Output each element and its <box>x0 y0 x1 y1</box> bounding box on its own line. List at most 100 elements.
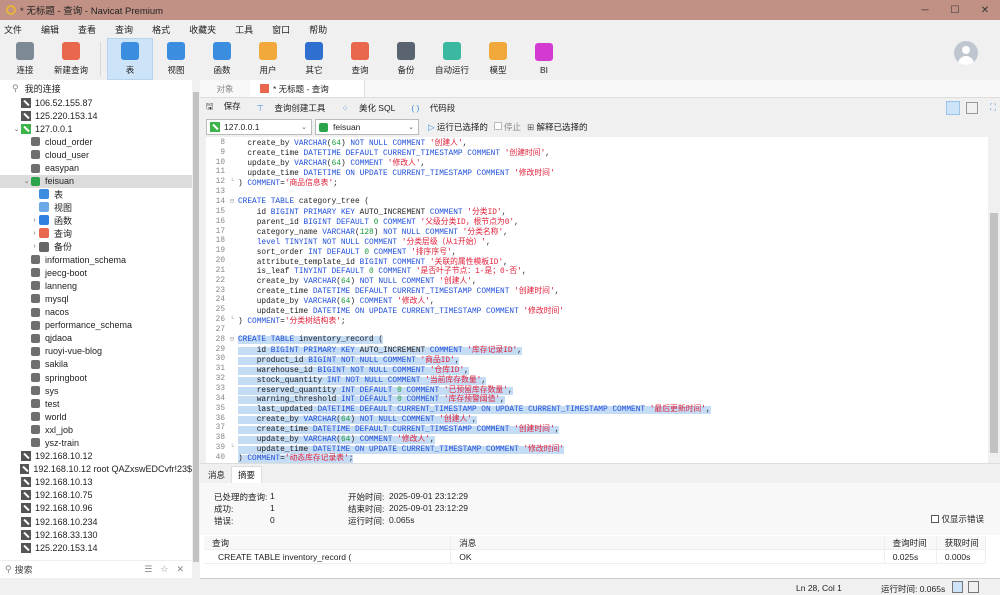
toolbar-button-connect[interactable]: 连接 <box>2 38 48 80</box>
toolbar-button-new-query[interactable]: 新建查询 <box>48 38 94 80</box>
tree-item[interactable]: ysz-train <box>0 436 192 449</box>
tree-item[interactable]: information_schema <box>0 253 192 266</box>
tree-item[interactable]: easypan <box>0 161 192 174</box>
database-select[interactable]: feisuan ⌄ <box>315 119 419 135</box>
tree-item[interactable]: 125.220.153.14 <box>0 109 192 122</box>
tree-item[interactable]: › 函数 <box>0 214 192 227</box>
collapse-icon[interactable]: ✕ <box>176 564 184 575</box>
fold-marker-icon[interactable]: ⊟ <box>228 197 236 206</box>
sql-editor[interactable]: 8 create_by VARCHAR(64) NOT NULL COMMENT… <box>206 137 988 463</box>
menu-item[interactable]: 查询 <box>115 23 133 36</box>
toolbar-button-backup[interactable]: 备份 <box>383 38 429 80</box>
toolbar-button-bi[interactable]: BI <box>521 38 567 80</box>
tab-objects[interactable]: 对象 <box>200 80 250 97</box>
tree-item[interactable]: sys <box>0 384 192 397</box>
tree-item[interactable]: jeecg-boot <box>0 266 192 279</box>
toolbar-button-view[interactable]: 视图 <box>153 38 199 80</box>
user-avatar[interactable] <box>954 41 978 65</box>
tree-item[interactable]: 192.168.33.130 <box>0 528 192 541</box>
toolbar-button-model[interactable]: 模型 <box>475 38 521 80</box>
filter-icon[interactable]: ☰ <box>144 564 152 575</box>
tree-item[interactable]: cloud_user <box>0 148 192 161</box>
tab-query[interactable]: * 无标题 - 查询 <box>250 80 365 97</box>
tree-item[interactable]: › 备份 <box>0 240 192 253</box>
tree-item[interactable]: xxl_job <box>0 423 192 436</box>
column-header[interactable]: 查询时间 <box>885 536 937 549</box>
menu-item[interactable]: 窗口 <box>272 23 290 36</box>
run-selected-button[interactable]: ▷ 运行已选择的 <box>428 121 488 133</box>
toolbar-button-table[interactable]: 表 <box>107 38 153 80</box>
menu-item[interactable]: 收藏夹 <box>189 23 216 36</box>
editor-scrollbar[interactable] <box>988 137 1000 463</box>
column-header[interactable]: 查询 <box>204 536 452 549</box>
toolbar-button-query[interactable]: 查询 <box>337 38 383 80</box>
code-snippet-button[interactable]: ( ) 代码段 <box>411 102 463 114</box>
save-button[interactable]: 🖫 保存 <box>206 100 249 115</box>
tree-item[interactable]: performance_schema <box>0 319 192 332</box>
menu-item[interactable]: 编辑 <box>41 23 59 36</box>
only-errors-checkbox[interactable]: 仅显示错误 <box>931 513 984 525</box>
explain-selected-button[interactable]: ⊞ 解释已选择的 <box>527 121 588 133</box>
tree-item[interactable]: sakila <box>0 358 192 371</box>
menu-item[interactable]: 帮助 <box>309 23 327 36</box>
tree-item[interactable]: 192.168.10.13 <box>0 476 192 489</box>
tree-item[interactable]: lanneng <box>0 279 192 292</box>
tree-item[interactable]: 125.220.153.14 <box>0 541 192 554</box>
tree-item[interactable]: 192.168.10.96 <box>0 502 192 515</box>
minimize-button[interactable]: ─ <box>910 0 940 20</box>
tree-item[interactable]: ⌄ 127.0.0.1 <box>0 122 192 135</box>
menu-item[interactable]: 查看 <box>78 23 96 36</box>
tree-item[interactable]: mysql <box>0 292 192 305</box>
query-builder-button[interactable]: ⊤ 查询创建工具 <box>257 102 334 114</box>
maximize-button[interactable]: ☐ <box>940 0 970 20</box>
panel-left-toggle[interactable] <box>952 581 963 593</box>
tab-messages[interactable]: 消息 <box>202 467 231 483</box>
menu-item[interactable]: 工具 <box>235 23 253 36</box>
chevron-icon[interactable]: ⌄ <box>22 177 31 185</box>
toolbar-button-other[interactable]: 其它 <box>291 38 337 80</box>
menu-item[interactable]: 格式 <box>152 23 170 36</box>
star-icon[interactable]: ☆ <box>160 564 168 575</box>
sidebar-scrollbar[interactable] <box>192 80 200 578</box>
tree-item[interactable]: world <box>0 410 192 423</box>
chevron-icon[interactable]: › <box>30 230 39 237</box>
tree-item[interactable]: springboot <box>0 371 192 384</box>
beautify-sql-button[interactable]: ⁘ 美化 SQL <box>341 102 403 114</box>
close-button[interactable]: ✕ <box>970 0 1000 20</box>
tree-item[interactable]: 192.168.10.12 <box>0 450 192 463</box>
layout-vertical-button[interactable] <box>966 101 978 114</box>
tree-item[interactable]: › 查询 <box>0 227 192 240</box>
tab-summary[interactable]: 摘要 <box>231 466 263 483</box>
fullscreen-icon[interactable]: ⛶ <box>990 102 996 113</box>
column-header[interactable]: 获取时间 <box>937 536 986 549</box>
tree-item[interactable]: nacos <box>0 306 192 319</box>
stop-button[interactable]: 停止 <box>493 121 521 133</box>
fold-marker-icon[interactable]: ⊟ <box>228 335 236 344</box>
tree-item[interactable]: cloud_order <box>0 135 192 148</box>
layout-horizontal-button[interactable] <box>946 100 960 115</box>
tree-item[interactable]: 192.168.10.234 <box>0 515 192 528</box>
tree-item[interactable]: qjdaoa <box>0 332 192 345</box>
tree-item[interactable]: 192.168.10.12 root QAZxswEDCvfr!23$ <box>0 463 192 476</box>
tree-item[interactable]: 192.168.10.75 <box>0 489 192 502</box>
menu-item[interactable]: 文件 <box>4 23 22 36</box>
connection-select[interactable]: 127.0.0.1 ⌄ <box>206 119 312 135</box>
tree-root[interactable]: ⚲ 我的连接 <box>0 80 192 96</box>
sidebar-search[interactable]: ⚲ 搜索 ☰ ☆ ✕ <box>0 560 192 578</box>
toolbar-button-function[interactable]: 函数 <box>199 38 245 80</box>
tree-item[interactable]: ruoyi-vue-blog <box>0 345 192 358</box>
toolbar-button-user[interactable]: 用户 <box>245 38 291 80</box>
panel-right-toggle[interactable] <box>968 581 979 593</box>
tree-item[interactable]: test <box>0 397 192 410</box>
search-input[interactable]: 搜索 <box>15 563 145 576</box>
toolbar-button-robot[interactable]: 自动运行 <box>429 38 475 80</box>
tree-item[interactable]: 视图 <box>0 201 192 214</box>
chevron-icon[interactable]: › <box>30 243 39 250</box>
tree-item[interactable]: 106.52.155.87 <box>0 96 192 109</box>
tree-item[interactable]: 表 <box>0 188 192 201</box>
column-header[interactable]: 消息 <box>451 536 885 549</box>
chevron-icon[interactable]: ⌄ <box>12 125 21 133</box>
table-row[interactable]: CREATE TABLE inventory_record (OK 0.025s 0… <box>204 550 986 564</box>
chevron-icon[interactable]: › <box>30 217 39 224</box>
tree-item[interactable]: ⌄ feisuan <box>0 174 192 188</box>
